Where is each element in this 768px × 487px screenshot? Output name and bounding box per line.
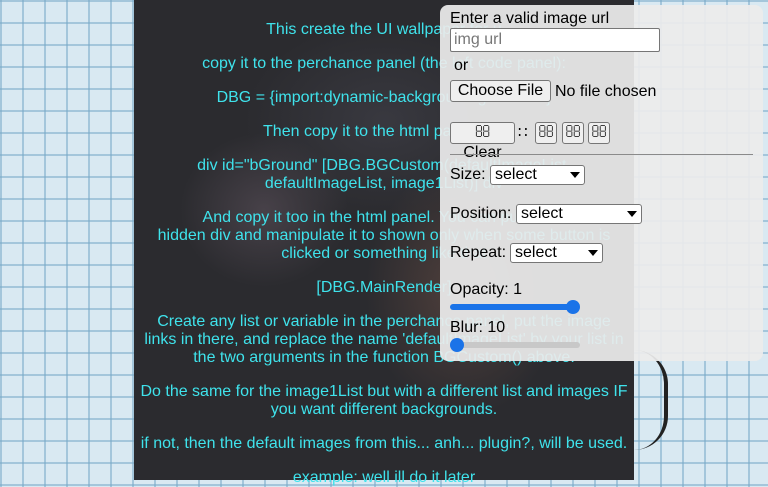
clear-icon: : [475, 124, 491, 141]
size-select-value: select: [495, 166, 537, 183]
image-url-input[interactable]: [450, 28, 660, 52]
instruction-line: example: well ill do it later: [292, 469, 476, 486]
instruction-line: Do the same for the image1List but with …: [140, 383, 628, 400]
size-select[interactable]: select: [490, 165, 585, 185]
choose-file-button[interactable]: Choose File: [450, 80, 551, 102]
repeat-select-value: select: [515, 244, 557, 261]
clear-label: Clear: [463, 144, 501, 161]
opacity-label: Opacity: 1: [450, 281, 523, 298]
blur-slider-thumb[interactable]: [450, 338, 464, 352]
position-label: Position:: [450, 205, 512, 222]
blur-slider[interactable]: [450, 338, 580, 352]
clear-button[interactable]:  Clear: [450, 122, 515, 161]
opacity-slider-thumb[interactable]: [566, 300, 580, 314]
option-button-1[interactable]: : [535, 122, 557, 144]
position-select[interactable]: select: [516, 204, 642, 224]
repeat-label: Repeat:: [450, 244, 507, 261]
option-icon: : [538, 124, 554, 141]
panel-divider: [450, 154, 753, 155]
background-settings-panel: Enter a valid image url or Choose File N…: [440, 5, 763, 361]
chevron-down-icon: [588, 250, 598, 256]
repeat-select[interactable]: select: [510, 243, 603, 263]
option-button-3[interactable]: : [588, 122, 610, 144]
wallpaper-art-edge: [634, 350, 668, 450]
size-label: Size:: [450, 166, 486, 183]
instruction-line: you want different backgrounds.: [270, 401, 498, 418]
instruction-line: if not, then the default images from thi…: [140, 435, 628, 452]
chevron-down-icon: [627, 211, 637, 217]
blur-label: Blur: 10: [450, 319, 506, 336]
drag-handle-icon[interactable]: ∷: [518, 123, 528, 141]
option-icon: : [591, 124, 607, 141]
blur-slider-track: [450, 342, 580, 348]
chevron-down-icon: [570, 172, 580, 178]
url-label: Enter a valid image url: [450, 10, 610, 27]
no-file-chosen-label: No file chosen: [555, 83, 657, 100]
opacity-slider-track: [450, 304, 573, 310]
option-icon: : [565, 124, 581, 141]
or-label: or: [454, 57, 469, 74]
position-select-value: select: [521, 205, 563, 222]
option-button-2[interactable]: : [562, 122, 584, 144]
opacity-slider[interactable]: [450, 300, 580, 314]
